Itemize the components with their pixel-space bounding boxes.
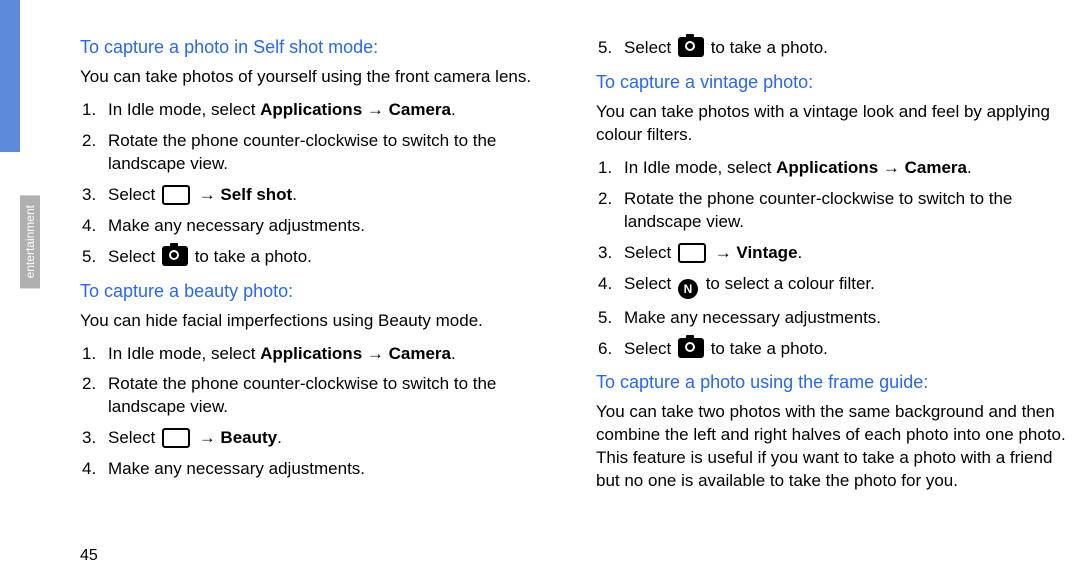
step: 5. Select to take a photo. [596, 37, 1074, 60]
step: 5. Select to take a photo. [80, 246, 558, 269]
t: . [451, 100, 456, 119]
t: → Self shot [194, 185, 292, 204]
t: . [277, 428, 282, 447]
step-num: 2. [80, 130, 108, 176]
step-num: 3. [596, 242, 624, 265]
step-num: 3. [80, 427, 108, 450]
t: to take a photo. [190, 247, 312, 266]
step-text: Select → Vintage. [624, 242, 1074, 265]
t: to take a photo. [706, 339, 828, 358]
steps-beauty: 1. In Idle mode, select Applications → C… [80, 343, 558, 482]
step-num: 2. [596, 188, 624, 234]
step-num: 3. [80, 184, 108, 207]
step-text: Select to take a photo. [624, 338, 1074, 361]
step-text: Rotate the phone counter-clockwise to sw… [108, 130, 558, 176]
t: Select [624, 38, 676, 57]
step-text: Make any necessary adjustments. [108, 458, 558, 481]
step: 4. Select N to select a colour filter. [596, 273, 1074, 299]
steps-selfshot: 1. In Idle mode, select Applications → C… [80, 99, 558, 269]
step-num: 5. [80, 246, 108, 269]
step: 3. Select → Vintage. [596, 242, 1074, 265]
t: In Idle mode, select [108, 100, 260, 119]
steps-continued: 5. Select to take a photo. [596, 37, 1074, 60]
t: Select [108, 428, 160, 447]
mode-rect-icon [162, 185, 190, 205]
step: 3. Select → Self shot. [80, 184, 558, 207]
step-num: 5. [596, 37, 624, 60]
step-text: In Idle mode, select Applications → Came… [108, 343, 558, 366]
step-text: Select → Beauty. [108, 427, 558, 450]
heading-beauty: To capture a beauty photo: [80, 281, 558, 302]
t: to take a photo. [706, 38, 828, 57]
t: Select [108, 247, 160, 266]
mode-rect-icon [162, 428, 190, 448]
step: 2. Rotate the phone counter-clockwise to… [596, 188, 1074, 234]
step-num: 1. [80, 343, 108, 366]
step: 2. Rotate the phone counter-clockwise to… [80, 130, 558, 176]
step-num: 2. [80, 373, 108, 419]
step: 5. Make any necessary adjustments. [596, 307, 1074, 330]
step-num: 1. [80, 99, 108, 122]
step: 1. In Idle mode, select Applications → C… [80, 343, 558, 366]
steps-vintage: 1. In Idle mode, select Applications → C… [596, 157, 1074, 361]
step: 3. Select → Beauty. [80, 427, 558, 450]
colour-filter-icon: N [678, 279, 698, 299]
step-text: Select to take a photo. [624, 37, 1074, 60]
step: 4. Make any necessary adjustments. [80, 215, 558, 238]
t: Select [624, 339, 676, 358]
content: To capture a photo in Self shot mode: Yo… [80, 37, 1080, 503]
step-text: Make any necessary adjustments. [108, 215, 558, 238]
step-num: 6. [596, 338, 624, 361]
step: 1. In Idle mode, select Applications → C… [80, 99, 558, 122]
t: Select [108, 185, 160, 204]
t: to select a colour filter. [701, 274, 875, 293]
t: Applications → Camera [260, 100, 451, 119]
step-text: Select to take a photo. [108, 246, 558, 269]
step-num: 4. [596, 273, 624, 299]
t: Select [624, 274, 676, 293]
step: 4. Make any necessary adjustments. [80, 458, 558, 481]
step-text: Select → Self shot. [108, 184, 558, 207]
intro-selfshot: You can take photos of yourself using th… [80, 66, 558, 89]
t: . [292, 185, 297, 204]
mode-rect-icon [678, 243, 706, 263]
t: . [798, 243, 803, 262]
column-right: 5. Select to take a photo. To capture a … [596, 37, 1074, 503]
step: 1. In Idle mode, select Applications → C… [596, 157, 1074, 180]
column-left: To capture a photo in Self shot mode: Yo… [80, 37, 558, 503]
heading-frameguide: To capture a photo using the frame guide… [596, 372, 1074, 393]
camera-icon [162, 246, 188, 266]
step-text: Select N to select a colour filter. [624, 273, 1074, 299]
t: . [451, 344, 456, 363]
step-text: Make any necessary adjustments. [624, 307, 1074, 330]
heading-vintage: To capture a vintage photo: [596, 72, 1074, 93]
step-num: 4. [80, 458, 108, 481]
t: In Idle mode, select [108, 344, 260, 363]
intro-vintage: You can take photos with a vintage look … [596, 101, 1074, 147]
heading-selfshot: To capture a photo in Self shot mode: [80, 37, 558, 58]
sidebar-tab: entertainment [20, 195, 40, 288]
step-text: Rotate the phone counter-clockwise to sw… [108, 373, 558, 419]
step-text: In Idle mode, select Applications → Came… [108, 99, 558, 122]
camera-icon [678, 37, 704, 57]
t: Applications → Camera [776, 158, 967, 177]
step-text: In Idle mode, select Applications → Came… [624, 157, 1074, 180]
step: 6. Select to take a photo. [596, 338, 1074, 361]
intro-beauty: You can hide facial imperfections using … [80, 310, 558, 333]
t: In Idle mode, select [624, 158, 776, 177]
page-number: 45 [80, 547, 98, 565]
step-num: 1. [596, 157, 624, 180]
step: 2. Rotate the phone counter-clockwise to… [80, 373, 558, 419]
t: . [967, 158, 972, 177]
t: Applications → Camera [260, 344, 451, 363]
camera-icon [678, 338, 704, 358]
blue-strip [0, 0, 20, 152]
intro-frameguide: You can take two photos with the same ba… [596, 401, 1074, 493]
step-num: 5. [596, 307, 624, 330]
step-text: Rotate the phone counter-clockwise to sw… [624, 188, 1074, 234]
t: Select [624, 243, 676, 262]
t: → Vintage [710, 243, 798, 262]
step-num: 4. [80, 215, 108, 238]
t: → Beauty [194, 428, 277, 447]
